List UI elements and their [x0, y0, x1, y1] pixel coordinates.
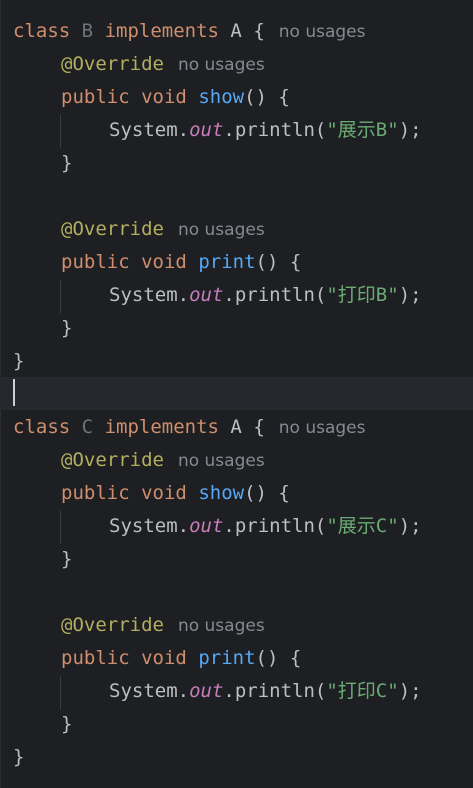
code-line-class-close-brace[interactable]: }	[13, 345, 473, 378]
class-name-b[interactable]: B	[82, 20, 93, 42]
code-line-close-brace[interactable]: }	[61, 708, 473, 741]
method-params: () {	[255, 251, 302, 273]
code-line-annotation[interactable]: @Override no usages	[61, 609, 473, 642]
indent-guide	[60, 511, 61, 544]
string-literal: "打印C"	[326, 680, 399, 702]
keyword-void: void	[141, 86, 187, 108]
method-name-print[interactable]: print	[198, 647, 255, 669]
println-call: .println(	[223, 284, 327, 306]
no-usages-hint[interactable]: no usages	[178, 451, 265, 471]
keyword-public: public	[61, 251, 130, 273]
keyword-implements: implements	[104, 20, 219, 42]
println-call: .println(	[223, 119, 327, 141]
interface-name-a[interactable]: A	[230, 416, 241, 438]
println-call: .println(	[223, 680, 327, 702]
no-usages-hint[interactable]: no usages	[178, 220, 265, 240]
override-annotation: @Override	[61, 53, 164, 75]
code-line-method-signature[interactable]: public void show() {	[61, 477, 473, 510]
keyword-class: class	[13, 416, 71, 438]
code-line-statement[interactable]: System.out.println("展示C");	[109, 510, 473, 543]
current-line-highlight[interactable]	[0, 377, 473, 410]
string-literal: "展示B"	[326, 119, 399, 141]
keyword-void: void	[141, 482, 187, 504]
no-usages-hint[interactable]: no usages	[279, 418, 366, 438]
interface-name-a[interactable]: A	[230, 20, 241, 42]
method-params: () {	[244, 482, 290, 504]
code-line-statement[interactable]: System.out.println("打印C");	[109, 675, 473, 708]
string-literal: "展示C"	[326, 515, 399, 537]
code-line-close-brace[interactable]: }	[61, 543, 473, 576]
code-line-class-close-brace[interactable]: }	[13, 741, 473, 774]
keyword-void: void	[141, 251, 187, 273]
code-line-close-brace[interactable]: }	[61, 147, 473, 180]
indent-guide	[60, 115, 61, 148]
out-field: out	[189, 515, 224, 537]
class-name-c[interactable]: C	[82, 416, 93, 438]
statement-end: );	[398, 284, 422, 306]
system-class: System.	[109, 284, 190, 306]
method-name-show[interactable]: show	[198, 86, 244, 108]
system-class: System.	[109, 680, 190, 702]
close-brace: }	[61, 317, 73, 339]
class-close-brace: }	[13, 350, 25, 372]
method-params: () {	[255, 647, 302, 669]
system-class: System.	[109, 119, 190, 141]
code-editor[interactable]: class B implements A { no usages @Overrid…	[0, 0, 473, 788]
no-usages-hint[interactable]: no usages	[178, 55, 265, 75]
code-line-close-brace[interactable]: }	[61, 312, 473, 345]
override-annotation: @Override	[61, 449, 164, 471]
code-line-class-c-header[interactable]: class C implements A { no usages	[13, 411, 473, 444]
indent-guide	[60, 676, 61, 709]
code-line-annotation[interactable]: @Override no usages	[61, 444, 473, 477]
code-line-method-signature[interactable]: public void print() {	[61, 246, 473, 279]
keyword-public: public	[61, 647, 130, 669]
keyword-public: public	[61, 86, 130, 108]
method-name-print[interactable]: print	[198, 251, 255, 273]
code-line-statement[interactable]: System.out.println("展示B");	[109, 114, 473, 147]
statement-end: );	[398, 680, 422, 702]
method-params: () {	[244, 86, 290, 108]
close-brace: }	[61, 713, 73, 735]
keyword-void: void	[141, 647, 187, 669]
code-line-statement[interactable]: System.out.println("打印B");	[109, 279, 473, 312]
override-annotation: @Override	[61, 614, 164, 636]
out-field: out	[189, 284, 224, 306]
no-usages-hint[interactable]: no usages	[178, 616, 265, 636]
statement-end: );	[398, 119, 422, 141]
keyword-public: public	[61, 482, 130, 504]
close-brace: }	[61, 548, 73, 570]
system-class: System.	[109, 515, 190, 537]
method-name-show[interactable]: show	[198, 482, 244, 504]
code-line-annotation[interactable]: @Override no usages	[61, 213, 473, 246]
override-annotation: @Override	[61, 218, 164, 240]
out-field: out	[189, 119, 224, 141]
code-line-method-signature[interactable]: public void print() {	[61, 642, 473, 675]
code-line-annotation[interactable]: @Override no usages	[61, 48, 473, 81]
keyword-implements: implements	[104, 416, 219, 438]
open-brace: {	[253, 20, 265, 42]
code-line-class-b-header[interactable]: class B implements A { no usages	[13, 15, 473, 48]
statement-end: );	[398, 515, 422, 537]
string-literal: "打印B"	[326, 284, 399, 306]
open-brace: {	[253, 416, 265, 438]
out-field: out	[189, 680, 224, 702]
text-caret	[13, 379, 15, 406]
no-usages-hint[interactable]: no usages	[279, 22, 366, 42]
println-call: .println(	[223, 515, 327, 537]
indent-guide	[60, 280, 61, 313]
close-brace: }	[61, 152, 73, 174]
code-line-method-signature[interactable]: public void show() {	[61, 81, 473, 114]
keyword-class: class	[13, 20, 71, 42]
class-close-brace: }	[13, 746, 25, 768]
